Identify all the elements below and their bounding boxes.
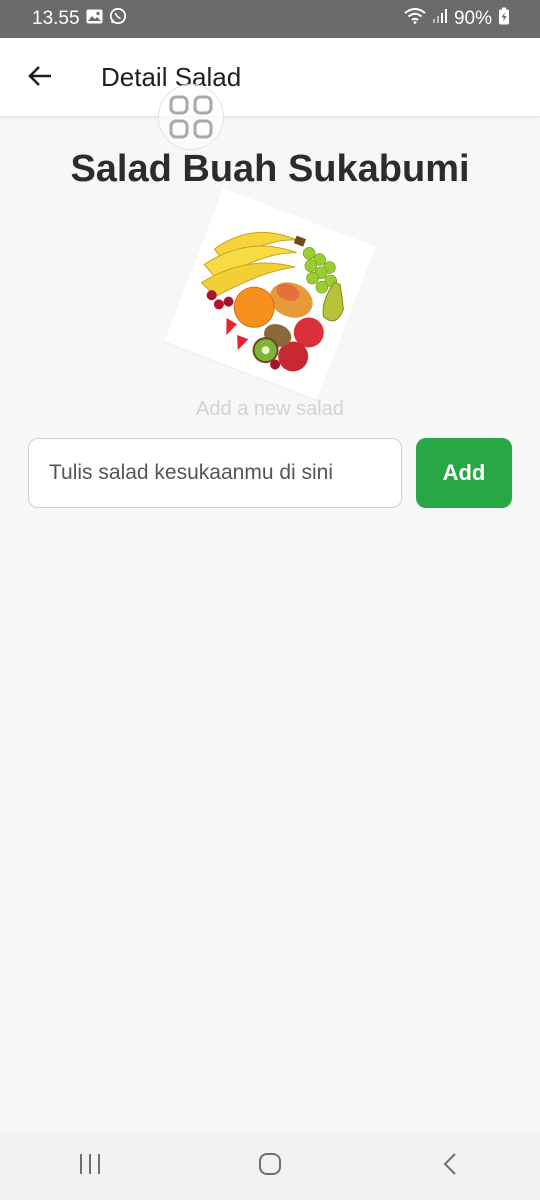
salad-title: Salad Buah Sukabumi: [70, 148, 470, 190]
add-salad-subtitle: Add a new salad: [196, 398, 344, 420]
battery-charging-icon: [498, 7, 510, 31]
add-button[interactable]: Add: [416, 438, 512, 508]
home-button[interactable]: [240, 1137, 300, 1197]
signal-icon: [432, 8, 448, 30]
arrow-left-icon: [27, 65, 53, 92]
recent-apps-icon: [78, 1153, 102, 1180]
gallery-icon: [86, 8, 103, 30]
recent-apps-button[interactable]: [60, 1137, 120, 1197]
app-bar: Detail Salad: [0, 38, 540, 116]
system-nav-bar: [0, 1133, 540, 1200]
grid-apps-icon[interactable]: [158, 84, 224, 150]
page-header-title: Detail Salad: [101, 62, 242, 92]
status-right: 90%: [404, 7, 510, 31]
status-time: 13.55: [32, 8, 80, 29]
home-icon: [258, 1152, 282, 1181]
status-bar: 13.55 90%: [0, 0, 540, 38]
status-left: 13.55: [32, 7, 127, 31]
system-back-button[interactable]: [420, 1137, 480, 1197]
back-icon: [442, 1152, 458, 1181]
salad-name-input[interactable]: [28, 438, 402, 508]
whatsapp-icon: [109, 7, 127, 31]
back-button[interactable]: [22, 60, 58, 96]
battery-percent: 90%: [453, 8, 492, 29]
wifi-icon: [404, 8, 426, 30]
fruit-salad-image: [164, 188, 376, 400]
